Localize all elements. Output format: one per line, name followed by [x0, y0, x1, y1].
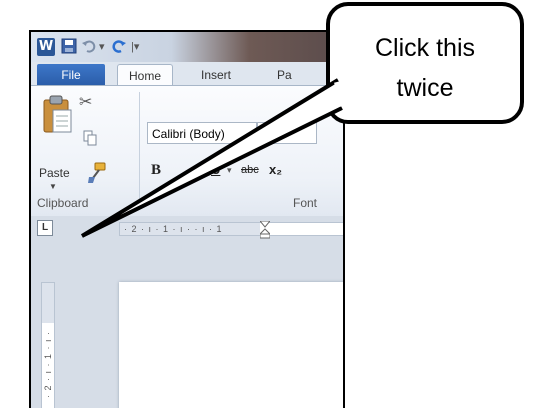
ruler-row: L · 2 · ı · 1 · ı · · ı · 1: [31, 216, 343, 242]
document-area: · 2 · ı · 1 · ı ·: [31, 242, 343, 408]
strikethrough-button[interactable]: abc: [241, 160, 259, 180]
ribbon-home: Paste ▼ ✂ Clipboard Calibri (Body) 11 B …: [31, 85, 343, 217]
save-icon[interactable]: [61, 38, 77, 54]
group-divider: [139, 92, 140, 210]
format-painter-icon[interactable]: [87, 162, 107, 184]
copy-icon[interactable]: [83, 130, 97, 146]
tab-home[interactable]: Home: [117, 64, 173, 86]
undo-dropdown-icon[interactable]: ▾: [99, 41, 109, 53]
paste-dropdown-icon[interactable]: ▼: [49, 182, 57, 191]
tab-page-layout[interactable]: Pa: [267, 64, 302, 86]
undo-icon[interactable]: [81, 38, 97, 54]
ribbon-tabs: File Home Insert Pa: [31, 62, 343, 86]
customize-qat-icon[interactable]: |▾: [131, 41, 141, 53]
underline-dropdown-icon[interactable]: ▾: [227, 160, 232, 180]
word-logo-icon[interactable]: W: [37, 38, 55, 56]
title-bar: W ▾ |▾: [31, 32, 343, 62]
paste-icon[interactable]: [41, 94, 75, 134]
word-window: W ▾ |▾ File Home Insert Pa Paste ▼ ✂ Cli…: [29, 30, 345, 408]
callout-text: Click this twice: [330, 28, 520, 108]
cut-icon[interactable]: ✂: [79, 92, 92, 112]
document-page[interactable]: [119, 282, 343, 408]
tab-file[interactable]: File: [37, 64, 105, 86]
paste-label[interactable]: Paste: [39, 166, 70, 180]
clipboard-group-label: Clipboard: [37, 196, 89, 210]
bold-button[interactable]: B: [151, 160, 161, 180]
font-size-dropdown[interactable]: 11: [257, 122, 317, 144]
horizontal-ruler[interactable]: · 2 · ı · 1 · ı · · ı · 1: [119, 221, 343, 239]
font-group-label: Font: [293, 196, 318, 210]
indent-marker-icon[interactable]: [260, 221, 270, 239]
tab-insert[interactable]: Insert: [191, 64, 241, 86]
redo-icon[interactable]: [111, 38, 127, 54]
instruction-callout: Click this twice: [326, 2, 524, 124]
callout-line-2: twice: [396, 74, 454, 102]
vertical-ruler-margin: [42, 283, 54, 323]
font-name-dropdown[interactable]: Calibri (Body): [147, 122, 257, 144]
subscript-button[interactable]: x₂: [269, 160, 282, 180]
horizontal-ruler-ticks: · 2 · ı · 1 · ı · · ı · 1: [124, 224, 223, 234]
vertical-ruler[interactable]: · 2 · ı · 1 · ı ·: [41, 282, 55, 408]
tab-selector-button[interactable]: L: [37, 220, 53, 236]
callout-line-1: Click this: [374, 34, 475, 62]
underline-button[interactable]: U: [211, 160, 220, 180]
vertical-ruler-ticks: · 2 · ı · 1 · ı ·: [43, 331, 53, 399]
